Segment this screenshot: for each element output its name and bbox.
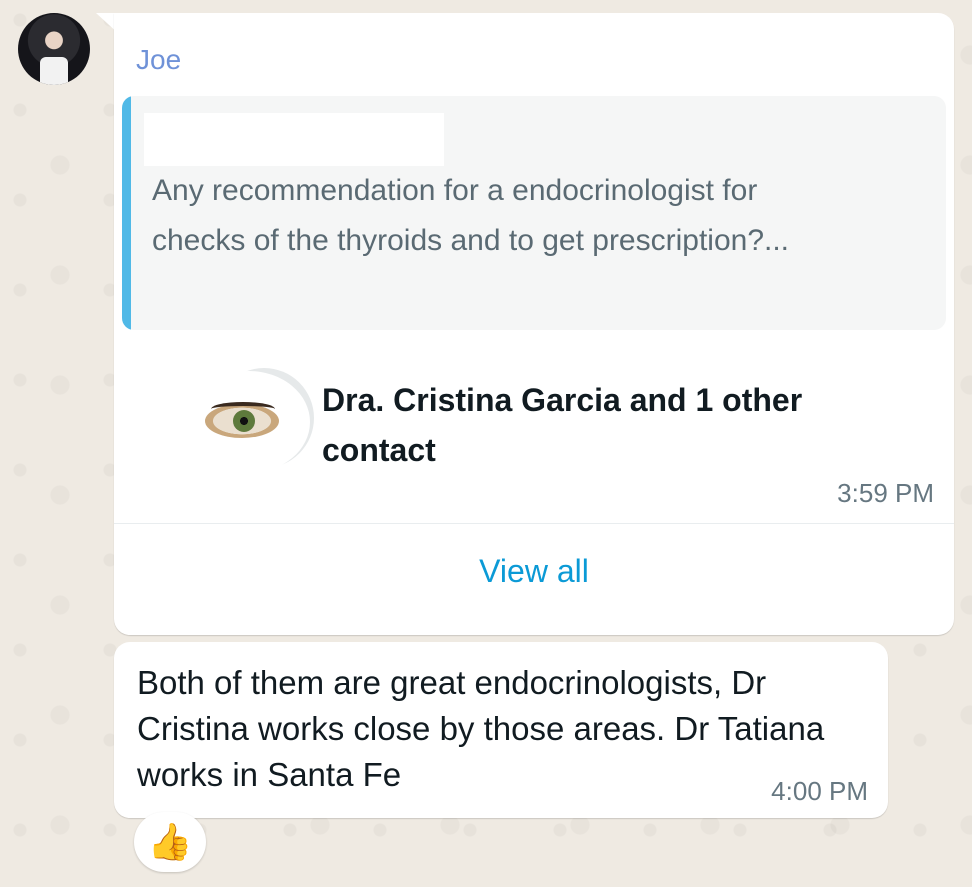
eye-photo bbox=[205, 402, 279, 438]
redacted-quote-author bbox=[144, 113, 444, 166]
message-bubble-contact-share[interactable]: Joe Any recommendation for a endocrinolo… bbox=[114, 13, 954, 635]
iris bbox=[233, 410, 255, 432]
message-text: Both of them are great endocrinologists,… bbox=[137, 664, 825, 793]
view-all-button[interactable]: View all bbox=[114, 553, 954, 590]
message-time: 4:00 PM bbox=[771, 776, 868, 806]
quoted-message[interactable]: Any recommendation for a endocrinologist… bbox=[122, 96, 946, 330]
sender-avatar[interactable] bbox=[18, 13, 90, 85]
sender-name[interactable]: Joe bbox=[136, 44, 181, 76]
message-bubble-text[interactable]: Both of them are great endocrinologists,… bbox=[114, 642, 888, 818]
reaction-badge[interactable]: 👍 bbox=[134, 812, 206, 872]
first-contact-avatar bbox=[188, 371, 310, 473]
divider bbox=[114, 523, 954, 524]
quote-accent-bar bbox=[122, 96, 131, 330]
thumbs-up-icon: 👍 bbox=[147, 821, 193, 862]
quoted-text: Any recommendation for a endocrinologist… bbox=[152, 174, 790, 257]
contact-card-title[interactable]: Dra. Cristina Garcia and 1 other contact bbox=[322, 375, 882, 475]
avatar-figure bbox=[40, 57, 68, 85]
message-time: 3:59 PM bbox=[837, 478, 934, 508]
contact-avatar-stack[interactable] bbox=[162, 368, 314, 473]
